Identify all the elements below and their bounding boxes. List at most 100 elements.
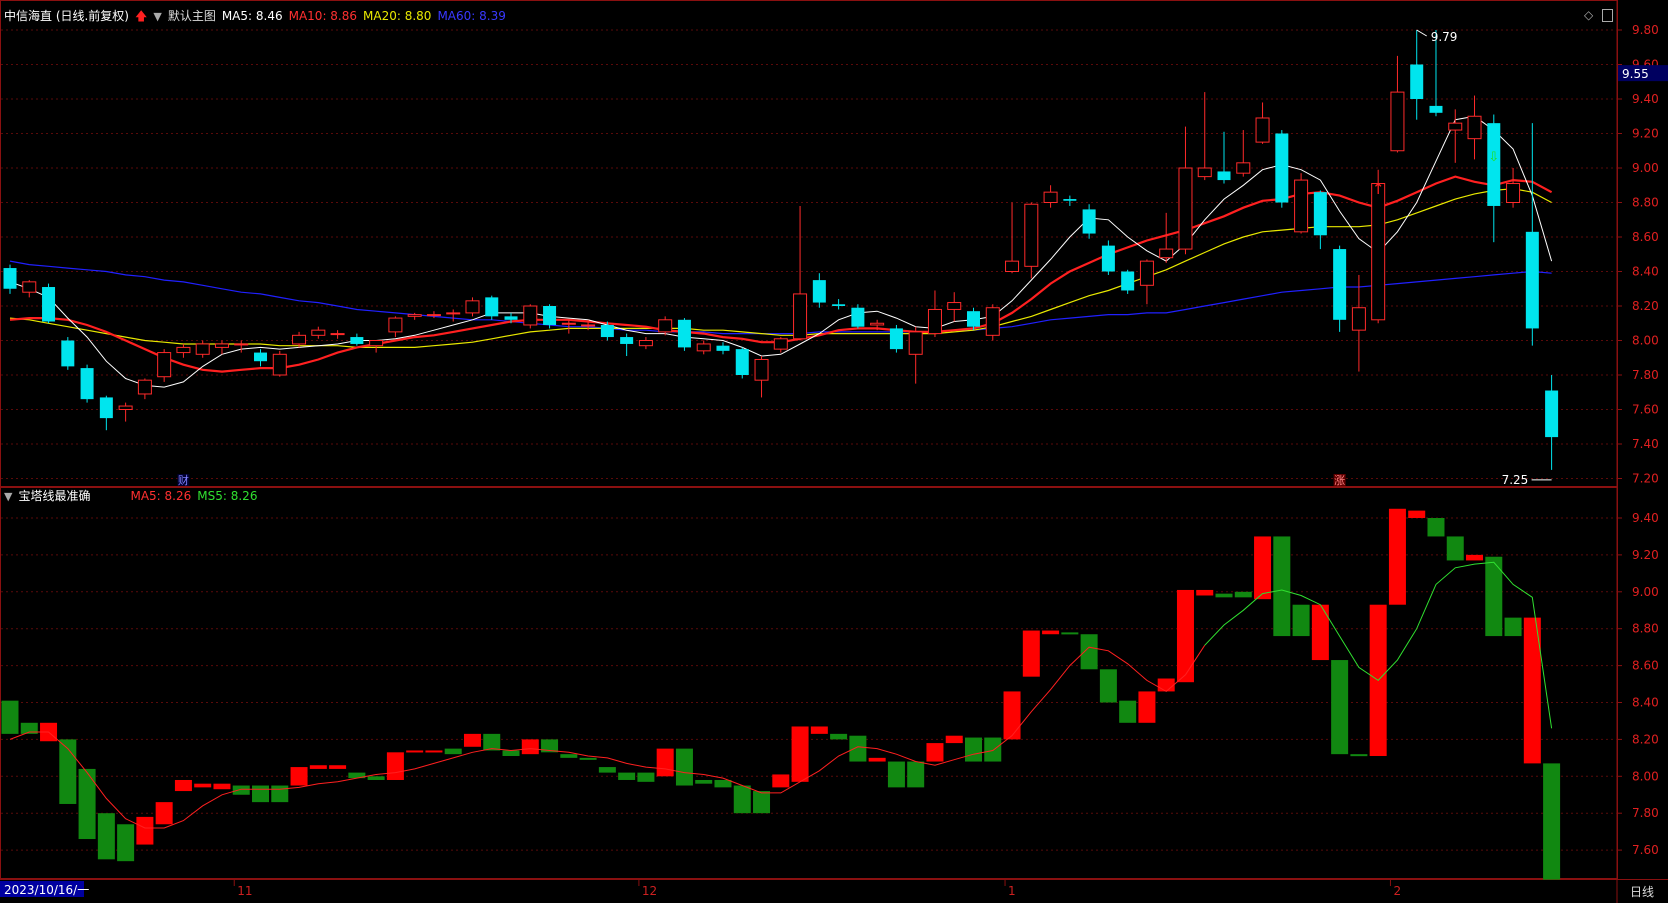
main-template-label[interactable]: 默认主图 [168, 9, 216, 23]
candle-body-up [754, 358, 769, 381]
candle-body-up [388, 317, 403, 333]
tower-bar-up [1408, 510, 1426, 518]
tower-bar-up [290, 767, 308, 786]
candle-body-down [1063, 199, 1077, 201]
settings-circle-icon[interactable]: ▼ [153, 10, 161, 24]
candle-body-up [195, 343, 210, 355]
tower-bar-up [425, 750, 443, 753]
buy-signal-arrow-icon: ↑ [1372, 180, 1385, 198]
candle-body-down [42, 287, 56, 322]
candle-body-down [1217, 171, 1231, 181]
x-tick-label: 11 [237, 884, 252, 898]
stock-chart[interactable]: 9.809.609.409.209.008.808.608.408.208.00… [0, 0, 1668, 903]
candle-body-down [80, 368, 94, 400]
candle-body-down [1101, 245, 1115, 272]
tower-bar-up [194, 783, 212, 788]
candle-body-up [272, 353, 287, 376]
main-y-tick-label: 7.80 [1632, 368, 1659, 382]
candle-body-up [793, 293, 808, 340]
tower-bar-up [1176, 589, 1194, 683]
candle-body-up [658, 319, 673, 333]
main-y-tick-label: 8.80 [1632, 196, 1659, 210]
candle-body-up [523, 305, 538, 326]
tower-bar-down [1543, 763, 1561, 880]
up-arrow-icon: 🡅 [135, 9, 148, 23]
tower-bar-down [1061, 632, 1079, 635]
candle-body-down [600, 324, 614, 338]
indicator-header: ▼ 宝塔线最准确 MA5: 8.26 MS5: 8.26 [4, 489, 263, 504]
candle-body-up [176, 346, 191, 354]
tower-bar-down [1119, 700, 1137, 723]
window-diamond-icon[interactable]: ◇ [1584, 8, 1593, 22]
candle-body-down [851, 307, 865, 327]
tower-bar-up [155, 802, 173, 825]
tower-bar-up [945, 735, 963, 744]
candle-body-down [350, 337, 364, 344]
candle-body-up [311, 329, 326, 336]
tower-bar-up [386, 752, 404, 780]
candle-body-up [407, 314, 422, 317]
zhang-marker: 涨 [1334, 474, 1345, 487]
candle-body-down [543, 306, 557, 325]
main-y-tick-label: 9.40 [1632, 92, 1659, 106]
candle-body-up [118, 405, 133, 410]
tower-bar-up [1157, 678, 1175, 692]
tower-bar-down [1234, 591, 1252, 598]
tower-bar-up [463, 733, 481, 747]
tower-bar-down [502, 750, 520, 757]
tower-bar-up [136, 816, 154, 845]
indicator-title[interactable]: 宝塔线最准确 [18, 489, 90, 503]
tower-bar-down [560, 754, 578, 758]
candle-body-up [1390, 91, 1405, 152]
x-tick-label: 1 [1008, 884, 1016, 898]
window-square-icon[interactable] [1602, 9, 1613, 22]
tower-bar-down [753, 791, 771, 814]
high-pointer [1416, 29, 1427, 37]
candle-body-up [1197, 167, 1212, 178]
candle-body-up [581, 324, 596, 327]
candle-body-up [1294, 179, 1309, 233]
candle-body-up [561, 322, 576, 325]
date-box-label: 2023/10/16/一 [4, 883, 89, 897]
tower-bar-down [1292, 604, 1310, 637]
candle-body-up [870, 322, 885, 326]
tower-bar-up [810, 726, 828, 734]
candle-body-down [485, 297, 499, 317]
tower-bar-up [309, 765, 327, 769]
candle-body-up [1371, 183, 1386, 321]
tower-bar-down [1080, 634, 1098, 670]
indicator-settings-icon[interactable]: ▼ [4, 490, 12, 504]
tower-bar-down [1, 700, 19, 734]
indicator-y-tick-label: 7.60 [1632, 843, 1659, 857]
tower-bar-up [772, 774, 790, 788]
main-y-tick-label: 7.20 [1632, 472, 1659, 486]
candle-body-up [773, 338, 788, 350]
indicator-y-tick-label: 8.20 [1632, 732, 1659, 746]
main-y-tick-label: 9.20 [1632, 127, 1659, 141]
tower-bar-up [1042, 630, 1060, 635]
candle-body-down [1275, 133, 1289, 203]
tower-bar-up [174, 779, 192, 792]
candle-body-up [1236, 162, 1251, 174]
candle-body-down [812, 280, 826, 303]
tower-bar-down [598, 767, 616, 773]
stock-title[interactable]: 中信海直 (日线.前复权) [4, 9, 129, 23]
candle-body-down [1121, 271, 1135, 291]
main-y-tick-label: 9.80 [1632, 23, 1659, 37]
tower-bar-up [926, 743, 944, 762]
indicator-y-tick-label: 8.40 [1632, 696, 1659, 710]
indicator-y-tick-label: 9.20 [1632, 548, 1659, 562]
sell-signal-arrow-icon: ⇩ [1488, 150, 1499, 165]
indicator-y-tick-label: 8.60 [1632, 659, 1659, 673]
candle-body-up [465, 300, 480, 314]
tower-bar-up [1466, 554, 1484, 561]
tower-bar-down [675, 748, 693, 786]
candle-body-down [1410, 64, 1424, 99]
candle-body-down [716, 345, 730, 351]
main-y-tick-label: 8.60 [1632, 230, 1659, 244]
candle-body-down [1429, 105, 1443, 113]
tower-bar-down [367, 776, 385, 780]
tower-bar-down [907, 761, 925, 788]
candle-body-up [369, 340, 384, 347]
tower-bar-up [868, 757, 886, 762]
